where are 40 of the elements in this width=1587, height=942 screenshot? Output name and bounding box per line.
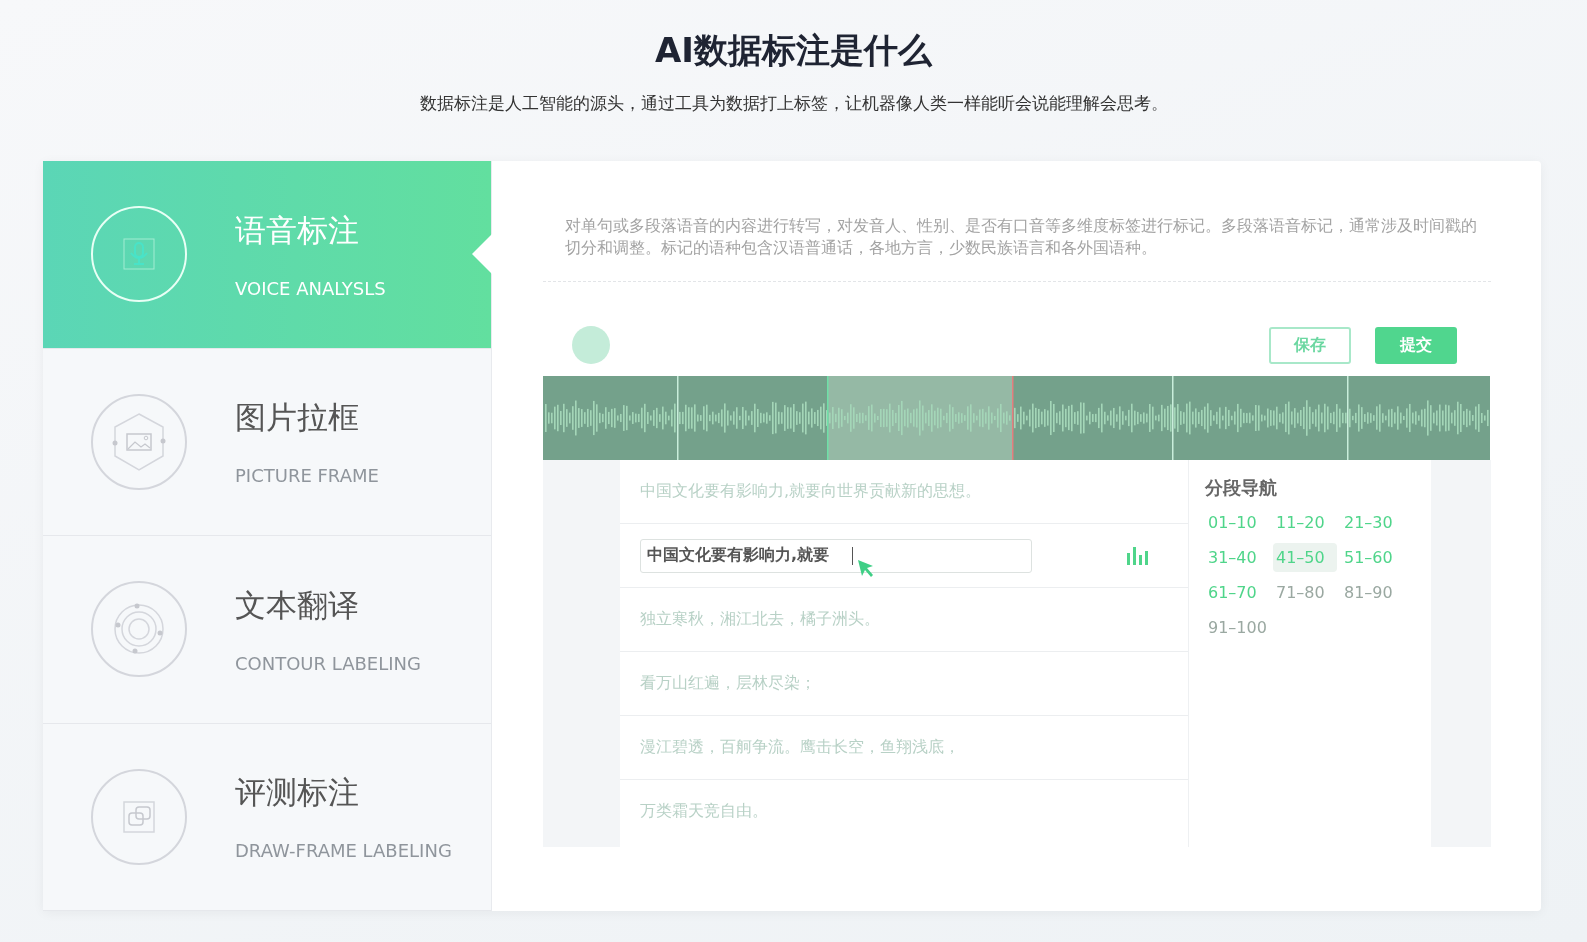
- description: 对单句或多段落语音的内容进行转写，对发音人、性别、是否有口音等多维度标签进行标记。多段落语音标记，通常涉及时间戳的切分和调整。标记的语种包含汉语普通话，各地方言，少数民族语言和各外国语种。: [564, 215, 1478, 259]
- category-tab[interactable]: 文本翻译 CONTOUR LABELING: [43, 536, 491, 724]
- tab-icon: [91, 581, 187, 678]
- cursor-arrow-icon: [856, 558, 876, 578]
- segment-link[interactable]: 61–70: [1205, 578, 1269, 607]
- waveform-segment[interactable]: [827, 376, 1012, 460]
- tab-icon: [91, 206, 187, 303]
- sentence-text[interactable]: 独立寒秋，湘江北去，橘子洲头。: [640, 609, 880, 630]
- category-tab[interactable]: 语音标注 VOICE ANALYSLS: [43, 161, 491, 349]
- save-button[interactable]: 保存: [1269, 326, 1351, 364]
- submit-button[interactable]: 提交: [1375, 326, 1457, 364]
- category-tab[interactable]: 评测标注 DRAW-FRAME LABELING: [43, 723, 491, 911]
- waveform-segment[interactable]: [1347, 376, 1490, 460]
- nav-title: 分段导航: [1205, 476, 1278, 500]
- sentence-text[interactable]: 看万山红遍，层林尽染；: [640, 673, 816, 694]
- page-subtitle: 数据标注是人工智能的源头，通过工具为数据打上标签，让机器像人类一样能听会说能理解会思考。: [419, 92, 1168, 115]
- segment-link[interactable]: 31–40: [1205, 543, 1269, 572]
- sentence-text[interactable]: 万类霜天竞自由。: [640, 801, 768, 822]
- waveform-segment[interactable]: [677, 376, 827, 460]
- segment-link[interactable]: 91–100: [1205, 613, 1269, 642]
- segment-link[interactable]: 41–50: [1273, 543, 1337, 572]
- sentence-text[interactable]: 漫江碧透，百舸争流。鹰击长空，鱼翔浅底，: [640, 737, 960, 758]
- audio-bars-icon[interactable]: [1126, 546, 1150, 565]
- sentence-text[interactable]: 中国文化要有影响力,就要向世界贡献新的思想。: [640, 481, 982, 502]
- play-dot[interactable]: [572, 326, 610, 364]
- page-title: AI数据标注是什么: [655, 29, 932, 72]
- category-tab[interactable]: 图片拉框 PICTURE FRAME: [43, 348, 491, 536]
- input-field[interactable]: 中国文化要有影响力,就要: [640, 538, 1032, 573]
- tab-icon: [91, 768, 187, 865]
- segment-link[interactable]: 71–80: [1273, 578, 1337, 607]
- segment-link[interactable]: 01–10: [1205, 508, 1269, 537]
- segment-link[interactable]: 11–20: [1273, 508, 1337, 537]
- waveform-segment[interactable]: [1012, 376, 1172, 460]
- segment-link[interactable]: 21–30: [1341, 508, 1405, 537]
- segment-link[interactable]: 51–60: [1341, 543, 1405, 572]
- text-caret: [852, 547, 853, 565]
- waveform-segment[interactable]: [543, 376, 677, 460]
- segment-link[interactable]: 81–90: [1341, 578, 1405, 607]
- tab-icon: [91, 393, 187, 490]
- waveform-segment[interactable]: [1172, 376, 1347, 460]
